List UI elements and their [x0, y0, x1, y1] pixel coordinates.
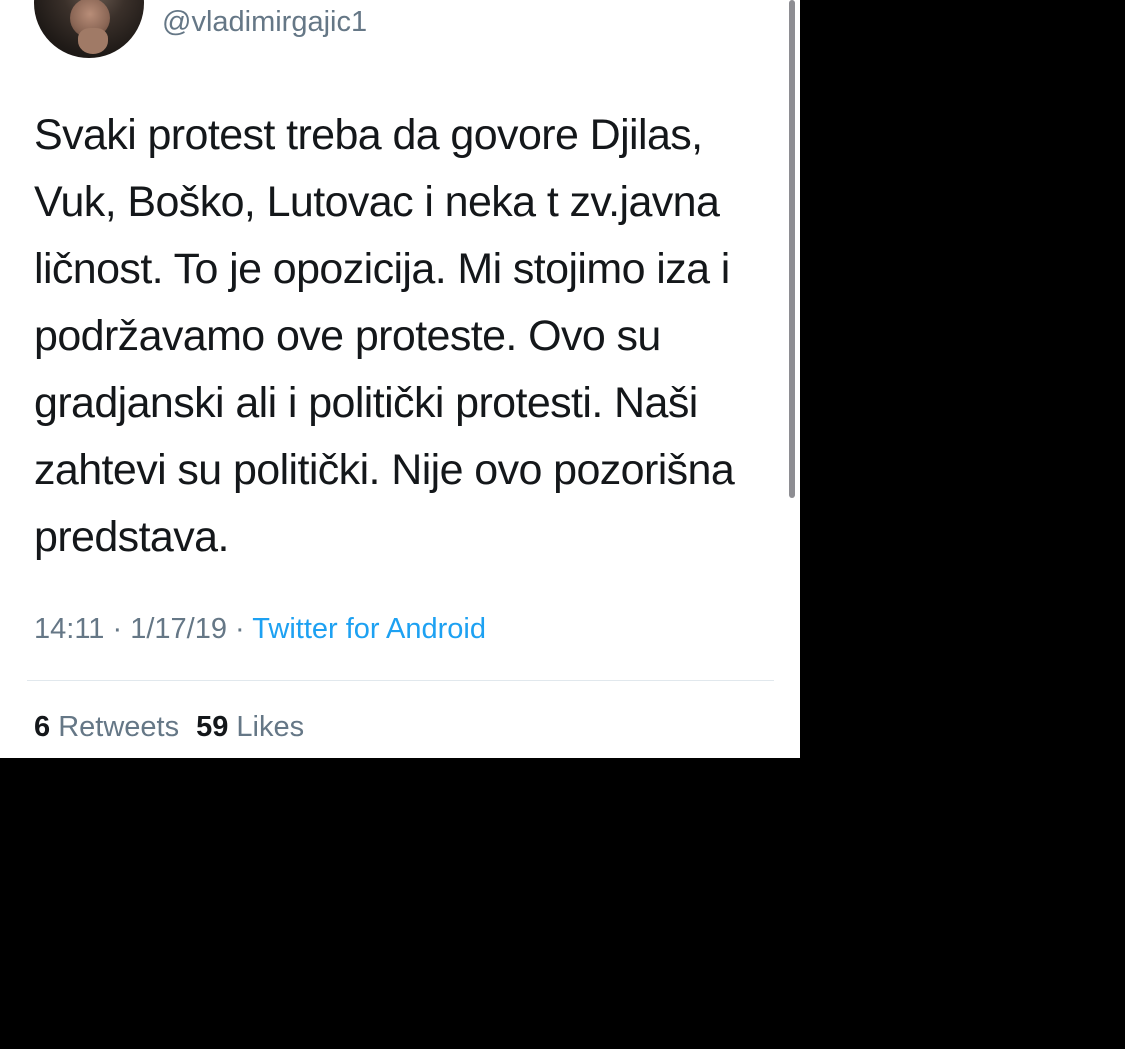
tweet-text-line: zahtevi su politički. Nije ovo pozorišna: [34, 446, 735, 494]
tweet-card: @vladimirgajic1 Svaki protest treba da g…: [0, 0, 800, 758]
tweet-text: Svaki protest treba da govore Djilas, Vu…: [34, 102, 774, 571]
tweet-text-line: ličnost. To je opozicija. Mi stojimo iza…: [34, 245, 730, 293]
likes-label: Likes: [236, 711, 305, 743]
scrollbar[interactable]: [789, 0, 795, 498]
tweet-time: 14:11: [34, 613, 105, 645]
tweet-stats: 6 Retweets 59 Likes: [34, 707, 304, 747]
retweets-stat[interactable]: 6 Retweets: [34, 711, 179, 743]
divider: [27, 680, 774, 681]
tweet-text-line: Vuk, Boško, Lutovac i neka t zv.javna: [34, 178, 720, 226]
retweets-count: 6: [34, 711, 51, 743]
likes-count: 59: [196, 711, 229, 743]
tweet-meta: 14:11 · 1/17/19 · Twitter for Android: [34, 609, 486, 649]
retweets-label: Retweets: [58, 711, 180, 743]
avatar[interactable]: [34, 0, 144, 58]
meta-separator: ·: [235, 613, 245, 645]
tweet-text-line: podržavamo ove proteste. Ovo su: [34, 312, 661, 360]
likes-stat[interactable]: 59 Likes: [196, 711, 304, 743]
tweet-text-line: gradjanski ali i politički protesti. Naš…: [34, 379, 698, 427]
avatar-hand: [78, 28, 108, 54]
meta-separator: ·: [112, 613, 123, 645]
tweet-text-line: Svaki protest treba da govore Djilas,: [34, 111, 703, 159]
user-handle[interactable]: @vladimirgajic1: [162, 2, 367, 42]
tweet-source-link[interactable]: Twitter for Android: [252, 613, 486, 645]
tweet-text-line: predstava.: [34, 513, 229, 561]
tweet-date: 1/17/19: [130, 613, 227, 645]
